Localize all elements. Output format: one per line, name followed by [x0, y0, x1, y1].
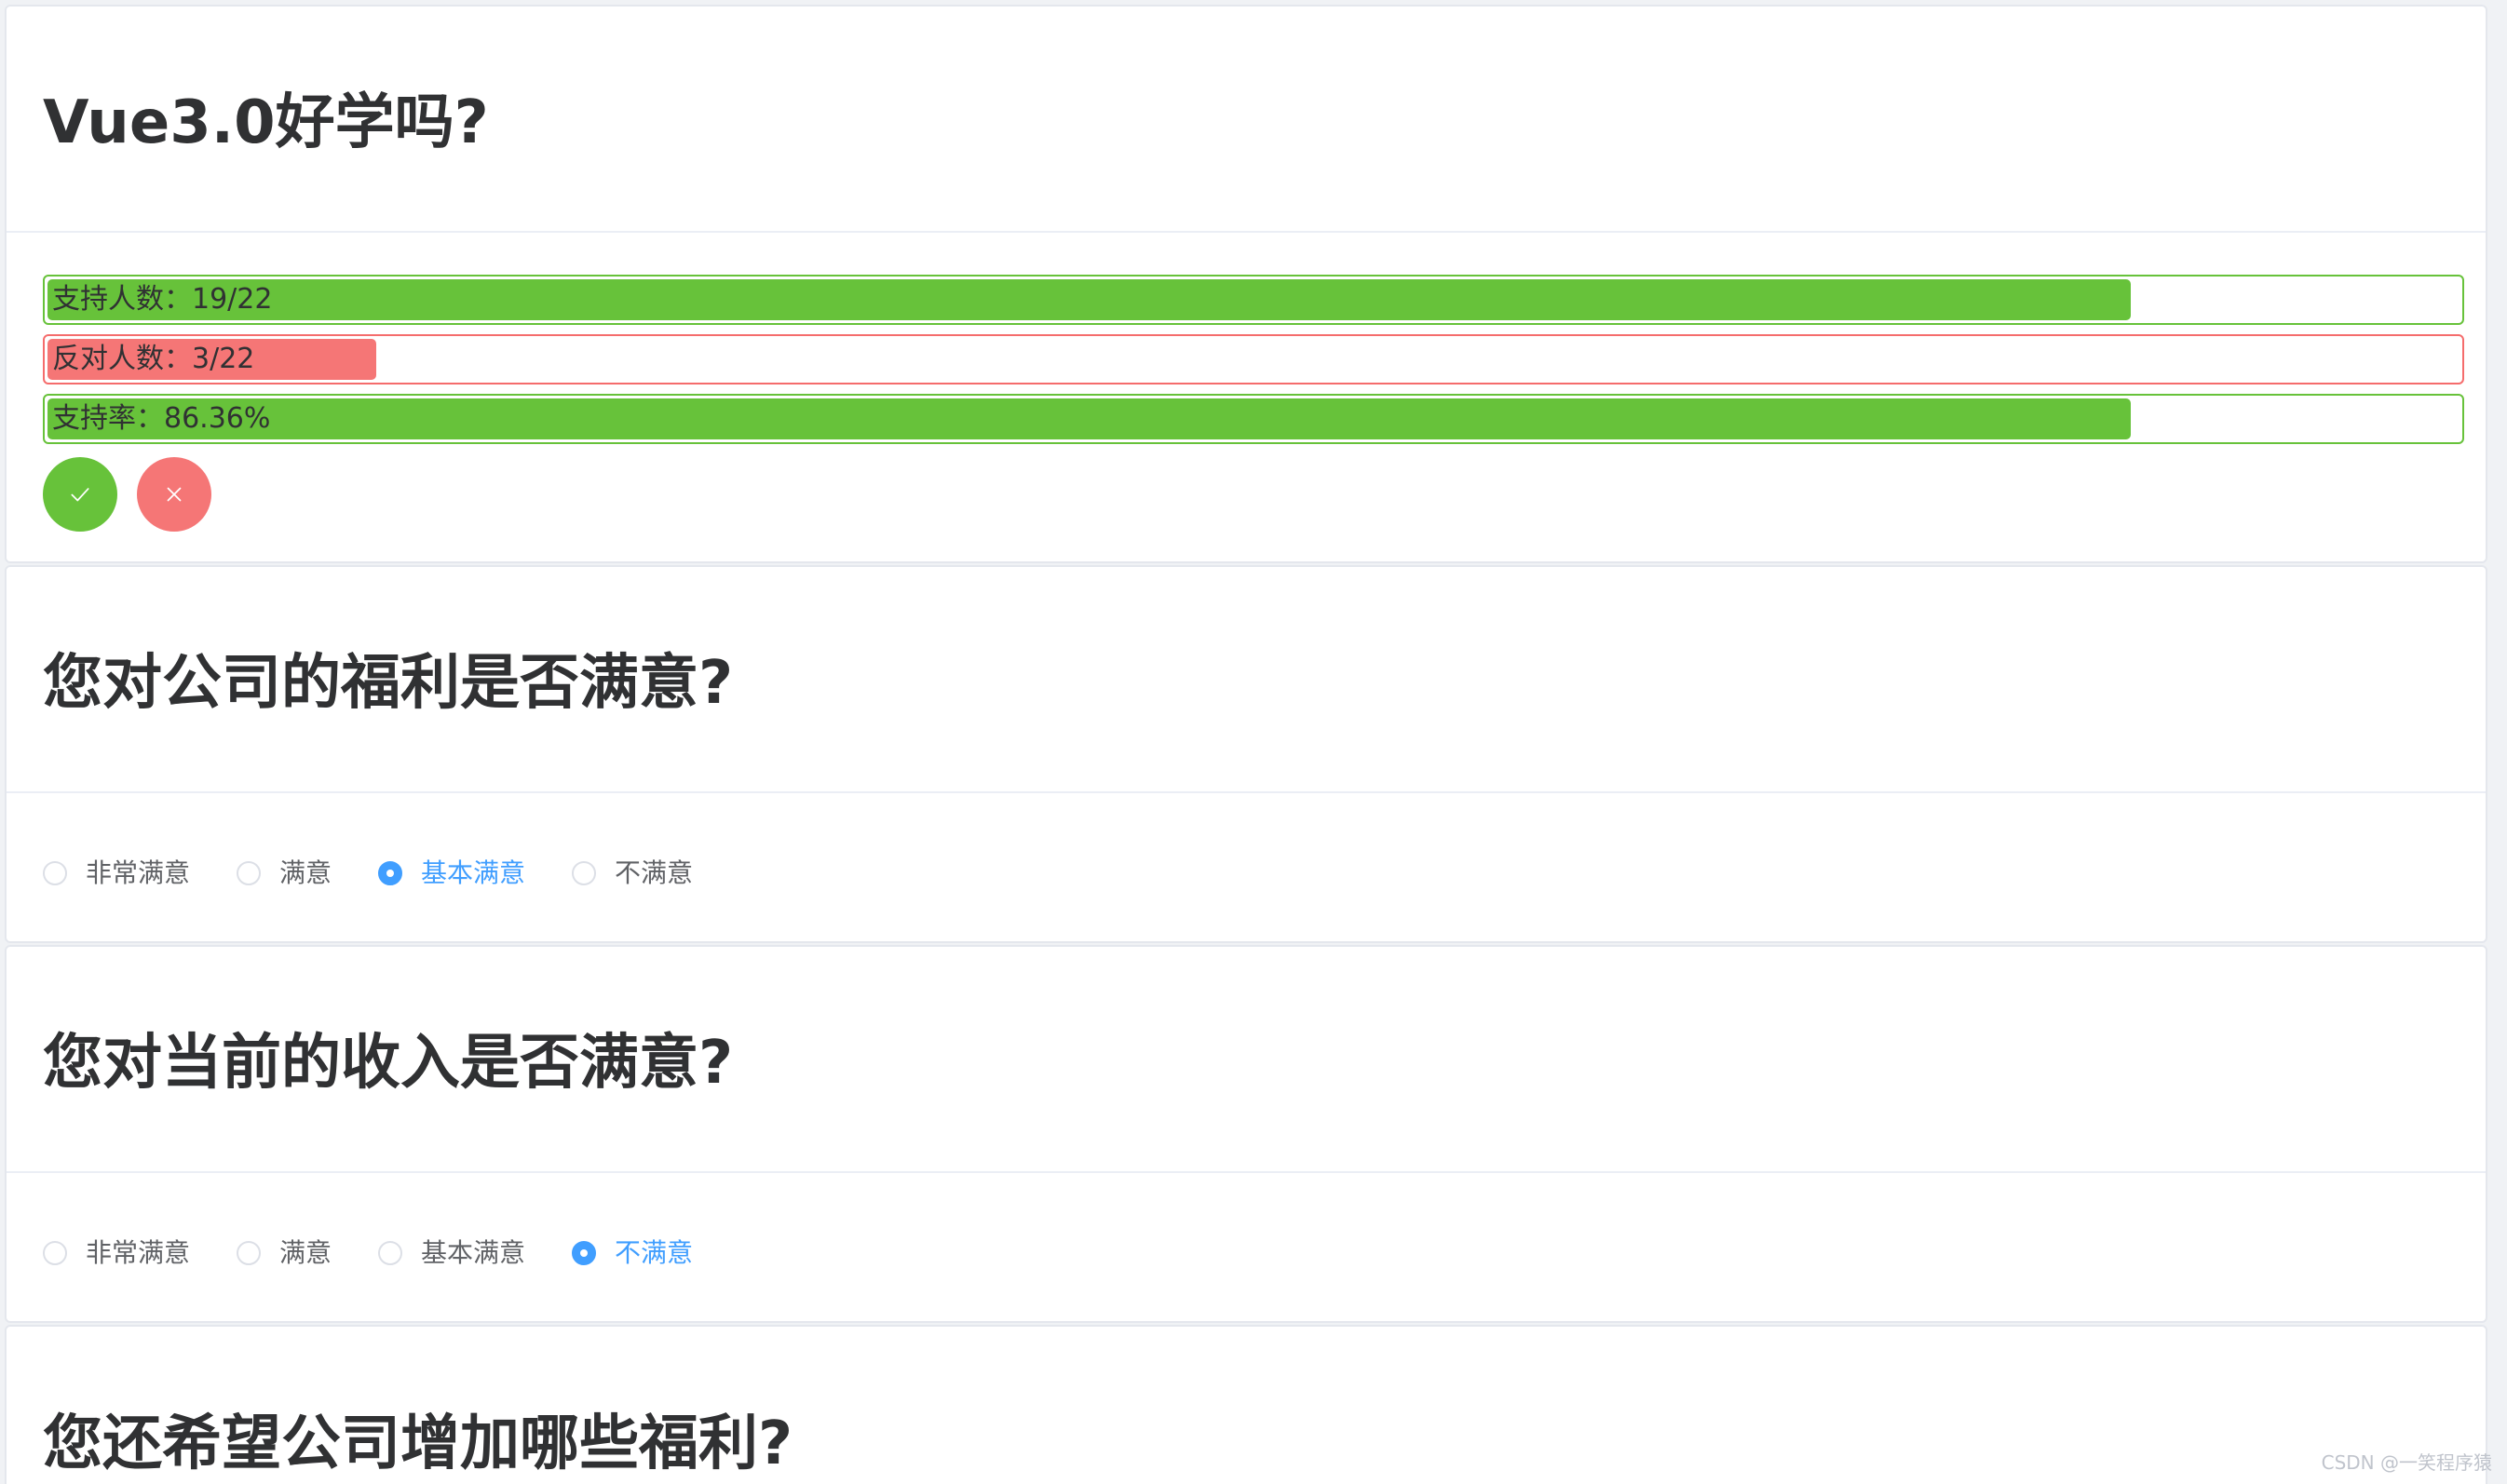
radio-option[interactable]: 满意 — [237, 1234, 332, 1272]
radio-circle[interactable] — [43, 1241, 67, 1265]
page: Vue3.0好学吗? 支持人数：19/22 反对人数：3/22 支持率：86.3… — [0, 0, 2507, 1484]
reject-button[interactable] — [137, 457, 211, 532]
support-rate-bar: 支持率：86.36% — [43, 394, 2464, 444]
radio-option[interactable]: 基本满意 — [378, 1234, 525, 1272]
radio-option[interactable]: 不满意 — [572, 1234, 693, 1272]
radio-label: 基本满意 — [421, 1237, 526, 1268]
watermark: CSDN @一笑程序猿 — [2321, 1451, 2492, 1474]
radio-option[interactable]: 不满意 — [572, 855, 693, 892]
card-title: 您对公司的福利是否满意? — [43, 649, 734, 718]
card-body: 非常满意 满意 基本满意 不满意 — [7, 793, 2486, 941]
card-body: 支持人数：19/22 反对人数：3/22 支持率：86.36% — [7, 233, 2486, 561]
card-body: 非常满意 满意 基本满意 不满意 — [7, 1173, 2486, 1321]
welfare-radio-group: 非常满意 满意 基本满意 不满意 — [43, 855, 739, 892]
poll-card-welfare: 您对公司的福利是否满意? 非常满意 满意 基本满意 不满意 — [5, 565, 2487, 943]
close-icon — [167, 487, 182, 502]
poll-card-extra-welfare: 您还希望公司增加哪些福利? — [5, 1325, 2487, 1484]
support-count-text: 支持人数：19/22 — [52, 283, 273, 316]
card-title: 您对当前的收入是否满意? — [43, 1029, 734, 1098]
income-radio-group: 非常满意 满意 基本满意 不满意 — [43, 1234, 739, 1272]
card-header: 您还希望公司增加哪些福利? — [7, 1327, 2486, 1484]
radio-label: 不满意 — [615, 1237, 694, 1268]
radio-label: 满意 — [279, 1237, 332, 1268]
card-header: 您对当前的收入是否满意? — [7, 947, 2486, 1173]
radio-circle[interactable] — [237, 1241, 262, 1265]
radio-label: 非常满意 — [86, 1237, 191, 1268]
poll-card-vue: Vue3.0好学吗? 支持人数：19/22 反对人数：3/22 支持率：86.3… — [5, 5, 2487, 563]
radio-circle[interactable] — [572, 861, 597, 885]
support-count-fill — [47, 279, 2131, 320]
card-title: 您还希望公司增加哪些福利? — [43, 1410, 793, 1478]
card-title: Vue3.0好学吗? — [43, 88, 489, 157]
radio-circle[interactable] — [572, 1241, 597, 1265]
card-header: 您对公司的福利是否满意? — [7, 567, 2486, 793]
radio-circle[interactable] — [43, 861, 67, 885]
radio-option[interactable]: 满意 — [237, 855, 332, 892]
oppose-count-text: 反对人数：3/22 — [52, 343, 255, 375]
radio-circle[interactable] — [378, 1241, 403, 1265]
radio-option[interactable]: 非常满意 — [43, 1234, 190, 1272]
radio-label: 不满意 — [615, 857, 694, 888]
support-count-bar: 支持人数：19/22 — [43, 275, 2464, 325]
radio-option[interactable]: 基本满意 — [378, 855, 525, 892]
check-icon — [71, 488, 89, 502]
radio-option[interactable]: 非常满意 — [43, 855, 190, 892]
poll-card-income: 您对当前的收入是否满意? 非常满意 满意 基本满意 不满意 — [5, 945, 2487, 1323]
radio-circle[interactable] — [378, 861, 403, 885]
oppose-count-bar: 反对人数：3/22 — [43, 334, 2464, 384]
approve-button[interactable] — [43, 457, 117, 532]
radio-label: 基本满意 — [421, 857, 526, 888]
card-header: Vue3.0好学吗? — [7, 7, 2486, 233]
radio-label: 满意 — [279, 857, 332, 888]
support-rate-fill — [47, 398, 2131, 439]
radio-circle[interactable] — [237, 861, 262, 885]
support-rate-text: 支持率：86.36% — [52, 402, 271, 435]
radio-label: 非常满意 — [86, 857, 191, 888]
